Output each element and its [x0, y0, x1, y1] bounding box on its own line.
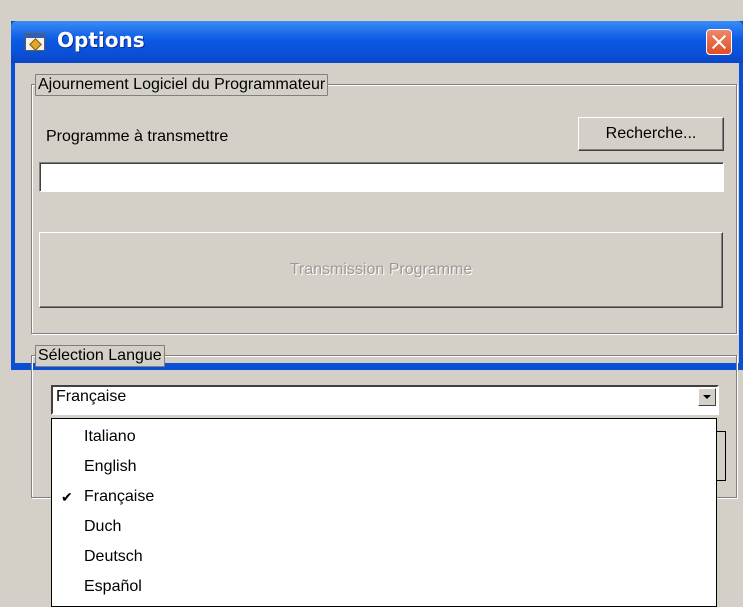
language-option-francaise[interactable]: ✔ Française	[52, 482, 716, 512]
checkmark-icon: ✔	[61, 489, 73, 505]
language-combobox[interactable]: Française	[51, 385, 719, 415]
browse-button[interactable]: Recherche...	[578, 117, 724, 151]
language-option-deutsch[interactable]: Deutsch	[52, 542, 716, 572]
option-label: Deutsch	[84, 548, 143, 565]
chevron-down-icon[interactable]	[698, 388, 716, 406]
option-label: English	[84, 458, 137, 475]
software-update-legend: Ajournement Logiciel du Programmateur	[35, 74, 329, 96]
language-option-espanol[interactable]: Español	[52, 572, 716, 602]
app-icon	[25, 33, 45, 51]
language-option-duch[interactable]: Duch	[52, 512, 716, 542]
option-label: Française	[84, 488, 155, 505]
language-option-italiano[interactable]: Italiano	[52, 422, 716, 452]
title-bar[interactable]: Options	[11, 21, 743, 63]
language-dropdown-list: Italiano English ✔ Française Duch Deutsc…	[51, 418, 717, 607]
option-label: Español	[84, 578, 142, 595]
transmit-program-button[interactable]: Transmission Programme	[39, 232, 723, 308]
language-combobox-value: Française	[56, 388, 127, 405]
program-path-input[interactable]	[39, 162, 724, 192]
window-title: Options	[57, 28, 145, 52]
language-option-english[interactable]: English	[52, 452, 716, 482]
option-label: Duch	[84, 518, 122, 535]
program-label: Programme à transmettre	[46, 128, 229, 145]
option-label: Italiano	[84, 428, 136, 445]
close-icon[interactable]	[706, 29, 732, 55]
language-selection-legend: Sélection Langue	[35, 345, 165, 367]
